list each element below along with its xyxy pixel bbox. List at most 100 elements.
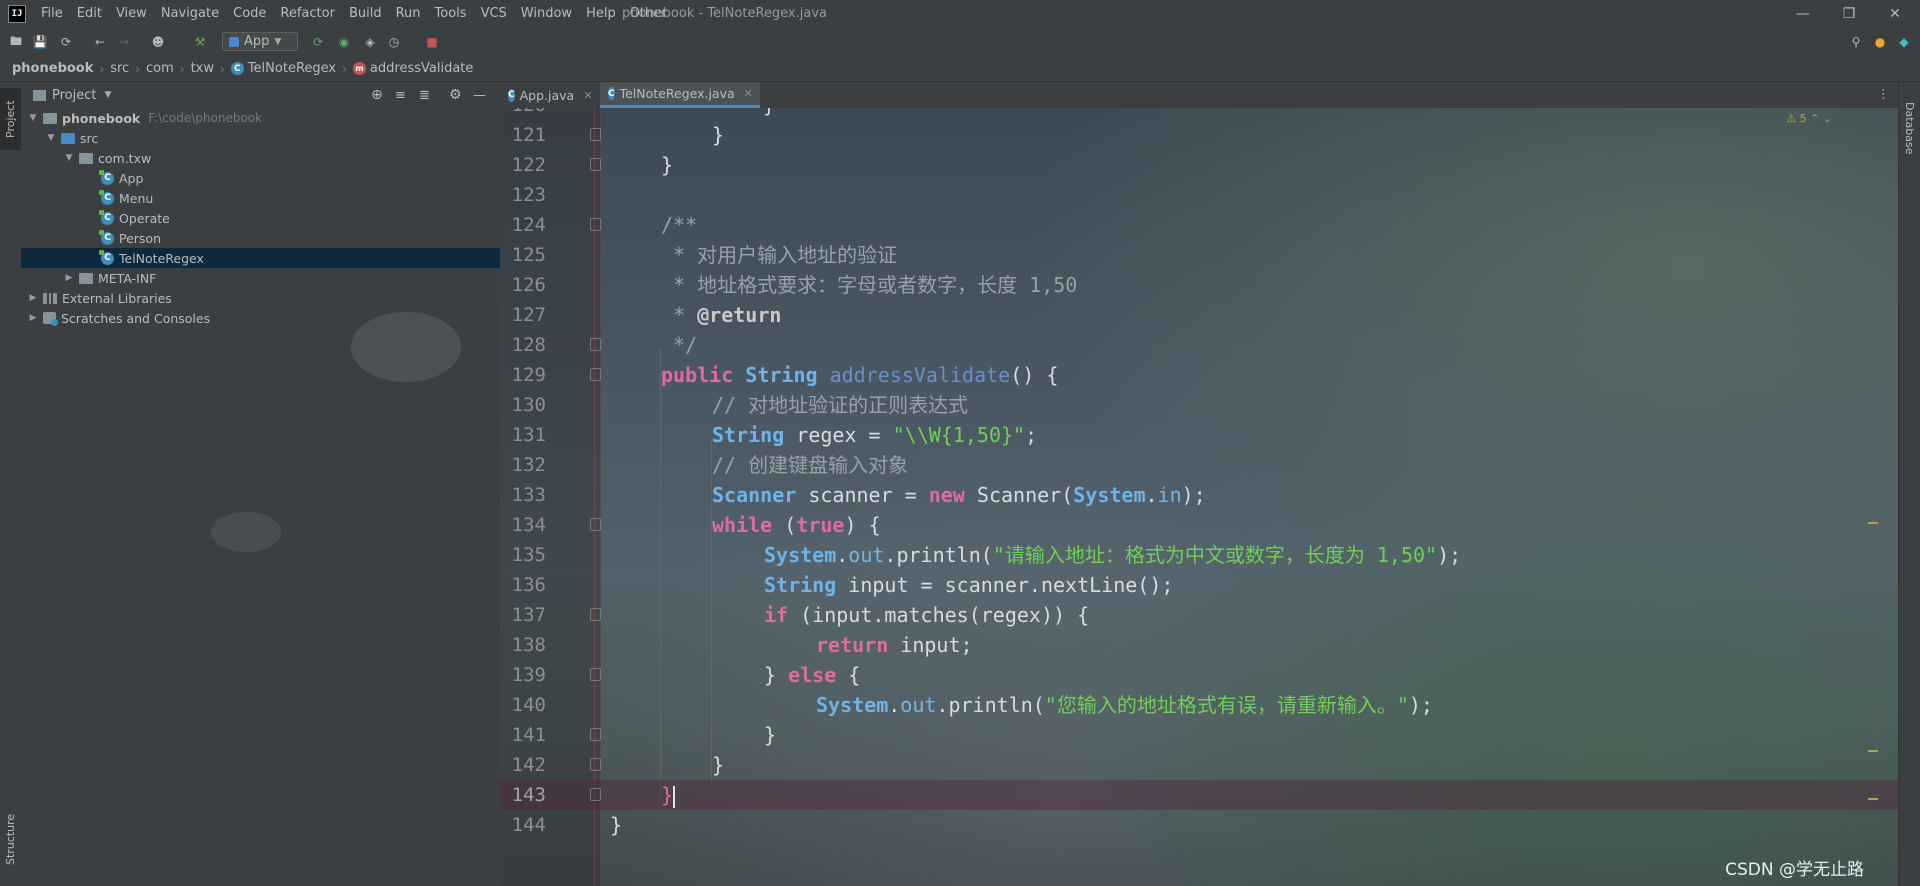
- fold-marker-icon[interactable]: [590, 668, 601, 681]
- minimize-button[interactable]: —: [1780, 0, 1826, 28]
- fold-marker-icon[interactable]: [590, 788, 601, 801]
- tree-item-person[interactable]: C Person: [21, 228, 500, 248]
- stop-icon[interactable]: ■: [424, 34, 440, 50]
- chevron-down-icon[interactable]: ▼: [63, 153, 75, 163]
- menu-navigate[interactable]: Navigate: [154, 0, 226, 28]
- menu-build[interactable]: Build: [342, 0, 389, 28]
- code-text: String regex = "\\W{1,50}";: [712, 420, 1037, 450]
- more-icon[interactable]: ⋮: [1877, 87, 1890, 102]
- jetbrains-plugin-icon[interactable]: ◆: [1896, 34, 1912, 50]
- project-tool-tab[interactable]: Project: [0, 88, 21, 150]
- locate-icon[interactable]: ⊕: [371, 87, 383, 103]
- line-number: 138: [511, 634, 546, 656]
- tree-item-com-txw[interactable]: ▼ com.txw: [21, 148, 500, 168]
- breadcrumb-item-txw[interactable]: txw: [191, 61, 214, 76]
- menu-code[interactable]: Code: [226, 0, 273, 28]
- line-number: 123: [511, 184, 546, 206]
- close-icon[interactable]: ✕: [583, 89, 592, 102]
- menu-vcs[interactable]: VCS: [474, 0, 514, 28]
- code-token: Scanner(: [964, 483, 1074, 507]
- coverage-icon[interactable]: ◈: [362, 34, 378, 50]
- chevron-down-icon[interactable]: ▼: [104, 90, 111, 100]
- code-editor[interactable]: ⚠ 5 ⌃ ⌄ 120 } 121 } 122 } 123 124 /** 12…: [500, 108, 1898, 886]
- tree-label: App: [119, 170, 144, 186]
- chevron-right-icon[interactable]: ▶: [63, 273, 75, 283]
- fold-marker-icon[interactable]: [590, 608, 601, 621]
- fold-marker-icon[interactable]: [590, 728, 601, 741]
- menu-run[interactable]: Run: [389, 0, 428, 28]
- database-tool-tab[interactable]: Database: [1899, 88, 1920, 168]
- restore-button[interactable]: ❐: [1826, 0, 1872, 28]
- fold-marker-icon[interactable]: [590, 518, 601, 531]
- code-line-123: 123: [500, 180, 1898, 210]
- chevron-down-icon[interactable]: ▼: [45, 133, 57, 143]
- fold-marker-icon[interactable]: [590, 368, 601, 381]
- tree-item-app[interactable]: C App: [21, 168, 500, 188]
- forward-icon[interactable]: →: [116, 34, 132, 50]
- tree-item-src[interactable]: ▼ src: [21, 128, 500, 148]
- chevron-down-icon[interactable]: ▼: [27, 113, 39, 123]
- debug-icon[interactable]: ◉: [336, 34, 352, 50]
- chevron-right-icon[interactable]: ▶: [27, 293, 39, 303]
- search-icon[interactable]: ⚲: [1848, 34, 1864, 50]
- breadcrumb-item-com[interactable]: com: [146, 61, 174, 76]
- scroll-marker[interactable]: [1868, 798, 1878, 800]
- menu-view[interactable]: View: [109, 0, 154, 28]
- tree-item-telnoteregex[interactable]: C TelNoteRegex: [21, 248, 500, 268]
- code-line-138: 138 return input;: [500, 630, 1898, 660]
- tab-telnoteregex-java[interactable]: C TelNoteRegex.java ✕: [600, 82, 760, 108]
- profile-icon[interactable]: ◷: [386, 34, 402, 50]
- back-icon[interactable]: ←: [92, 34, 108, 50]
- tree-item-phonebook[interactable]: ▼ phonebook F:\code\phonebook: [21, 108, 500, 128]
- build-hammer-icon[interactable]: ⚒: [192, 34, 208, 50]
- breadcrumb-item-addressvalidate[interactable]: m addressValidate: [352, 61, 473, 76]
- line-number: 132: [511, 454, 546, 476]
- code-text: while (true) {: [712, 510, 881, 540]
- sync-icon[interactable]: ⟳: [58, 34, 74, 50]
- run-config-select[interactable]: App ▼: [222, 32, 298, 51]
- menu-refactor[interactable]: Refactor: [273, 0, 342, 28]
- menu-help[interactable]: Help: [579, 0, 623, 28]
- run-config-label: App: [244, 34, 270, 49]
- open-folder-icon[interactable]: 🖿: [8, 34, 24, 50]
- code-line-132: 132 // 创建键盘输入对象: [500, 450, 1898, 480]
- menu-edit[interactable]: Edit: [70, 0, 109, 28]
- line-number: 140: [511, 694, 546, 716]
- breadcrumb-item-src[interactable]: src: [110, 61, 129, 76]
- hide-panel-icon[interactable]: —: [473, 88, 486, 103]
- chevron-right-icon[interactable]: ▶: [27, 313, 39, 323]
- tree-item-external-libraries[interactable]: ▶ External Libraries: [21, 288, 500, 308]
- user-icon[interactable]: ☻: [150, 34, 166, 50]
- code-line-139: 139 } else {: [500, 660, 1898, 690]
- right-tool-strip: Database: [1898, 82, 1920, 886]
- fold-marker-icon[interactable]: [590, 758, 601, 771]
- scroll-marker[interactable]: [1868, 522, 1878, 524]
- code-text: * 地址格式要求：字母或者数字，长度 1,50: [661, 273, 1078, 297]
- menu-tools[interactable]: Tools: [428, 0, 474, 28]
- code-token: System: [1073, 483, 1146, 507]
- collapse-all-icon[interactable]: ≣: [419, 88, 430, 103]
- structure-tool-tab[interactable]: Structure: [0, 802, 21, 876]
- close-icon[interactable]: ✕: [744, 87, 753, 100]
- fold-marker-icon[interactable]: [590, 218, 601, 231]
- fold-marker-icon[interactable]: [590, 158, 601, 171]
- tree-item-menu[interactable]: C Menu: [21, 188, 500, 208]
- gear-icon[interactable]: ⚙: [449, 87, 462, 103]
- project-view-select[interactable]: Project: [52, 88, 96, 103]
- update-icon[interactable]: ●: [1872, 34, 1888, 50]
- breadcrumb-item-phonebook[interactable]: phonebook: [12, 61, 93, 76]
- menu-window[interactable]: Window: [514, 0, 579, 28]
- close-button[interactable]: ✕: [1872, 0, 1918, 28]
- save-icon[interactable]: 💾: [32, 34, 48, 50]
- tree-item-meta-inf[interactable]: ▶ META-INF: [21, 268, 500, 288]
- class-icon: C: [99, 209, 114, 225]
- breadcrumb-item-telnoteregex[interactable]: C TelNoteRegex: [230, 61, 336, 76]
- rerun-icon[interactable]: ⟳: [310, 34, 326, 50]
- tab-app-java[interactable]: C App.java ✕: [500, 82, 600, 108]
- fold-marker-icon[interactable]: [590, 338, 601, 351]
- scroll-marker[interactable]: [1868, 750, 1878, 752]
- fold-marker-icon[interactable]: [590, 128, 601, 141]
- expand-all-icon[interactable]: ≡: [395, 88, 406, 103]
- menu-file[interactable]: File: [34, 0, 70, 28]
- tree-item-operate[interactable]: C Operate: [21, 208, 500, 228]
